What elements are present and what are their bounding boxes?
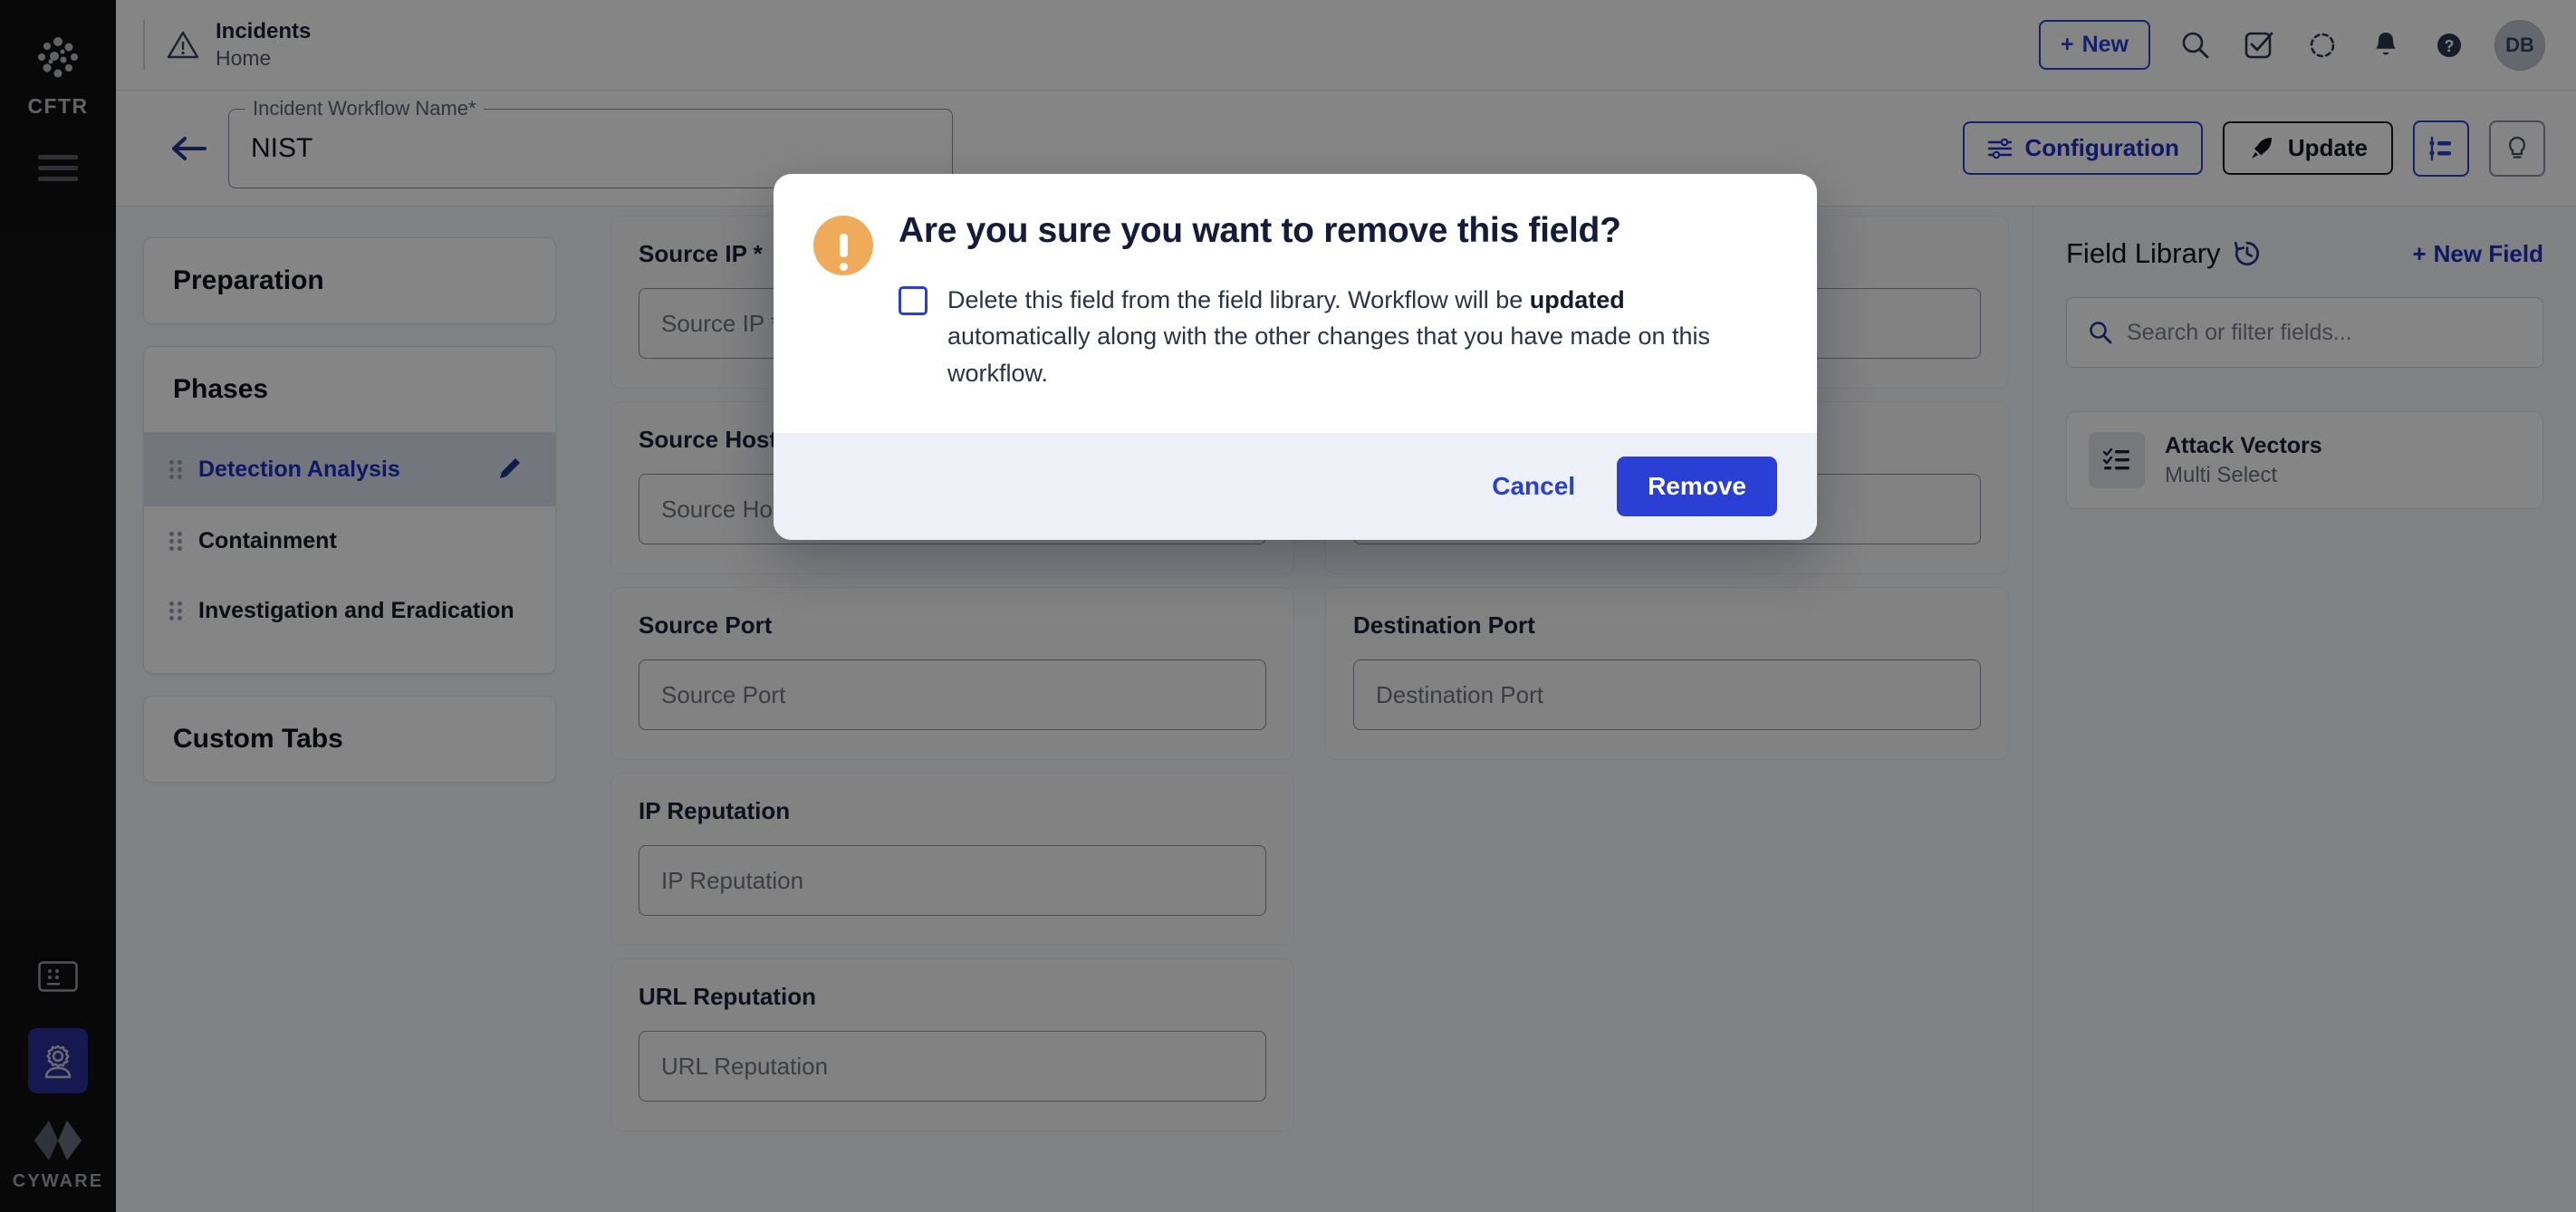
dialog-footer: Cancel Remove (774, 433, 1817, 540)
description-part1: Delete this field from the field library… (947, 286, 1530, 313)
dialog-content: Are you sure you want to remove this fie… (899, 212, 1763, 391)
exclamation-glyph (840, 234, 848, 257)
dialog-title: Are you sure you want to remove this fie… (899, 212, 1763, 251)
remove-button[interactable]: Remove (1617, 457, 1777, 516)
delete-from-library-checkbox[interactable] (899, 286, 928, 315)
description-part2: automatically along with the other chang… (947, 322, 1710, 387)
cancel-button[interactable]: Cancel (1486, 463, 1581, 510)
description-emphasis: updated (1530, 286, 1625, 313)
dialog-body: Are you sure you want to remove this fie… (774, 174, 1817, 433)
dialog-description: Delete this field from the field library… (947, 282, 1763, 392)
remove-field-confirmation-dialog: Are you sure you want to remove this fie… (774, 174, 1817, 540)
delete-from-library-row: Delete this field from the field library… (899, 282, 1763, 392)
app-root: CFTR (0, 0, 2576, 1212)
warning-exclamation-icon (813, 216, 873, 275)
